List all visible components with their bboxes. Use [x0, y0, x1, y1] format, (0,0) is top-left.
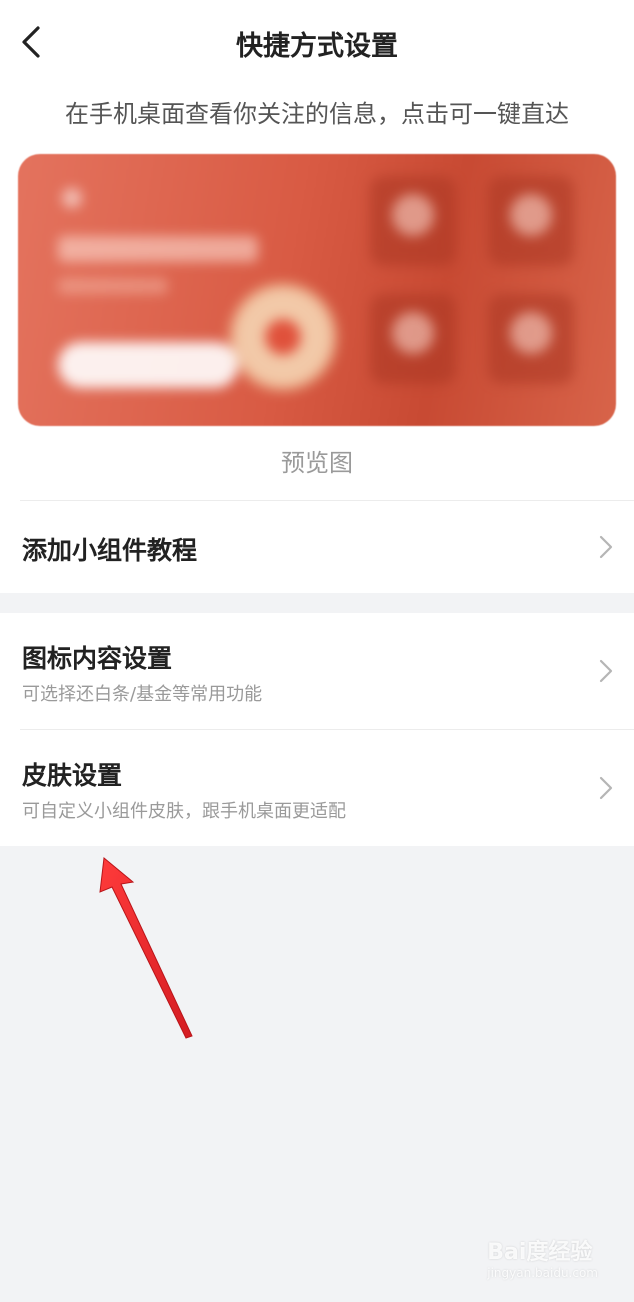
nav-bar: 快捷方式设置 — [0, 0, 634, 86]
page-title: 快捷方式设置 — [236, 31, 398, 62]
icon-content-settings-row[interactable]: 图标内容设置 可选择还白条/基金等常用功能 — [0, 613, 634, 729]
chevron-right-icon — [599, 776, 613, 800]
skin-settings-title: 皮肤设置 — [22, 761, 123, 790]
watermark: Bai度经验 jingyan.baidu.com — [487, 1234, 598, 1280]
skin-settings-subtitle: 可自定义小组件皮肤，跟手机桌面更适配 — [22, 801, 346, 822]
widget-tutorial-title: 添加小组件教程 — [22, 536, 198, 565]
page-description: 在手机桌面查看你关注的信息，点击可一键直达 — [65, 100, 569, 128]
section-gap — [0, 593, 634, 613]
widget-tutorial-row[interactable]: 添加小组件教程 — [0, 501, 634, 593]
icon-content-settings-title: 图标内容设置 — [22, 644, 173, 673]
icon-content-settings-subtitle: 可选择还白条/基金等常用功能 — [22, 684, 263, 705]
widget-preview-image — [18, 154, 616, 426]
watermark-brand: Bai度经验 — [487, 1240, 593, 1265]
widget-preview-container — [0, 154, 634, 426]
widget-preview-content — [18, 154, 616, 426]
skin-settings-row[interactable]: 皮肤设置 可自定义小组件皮肤，跟手机桌面更适配 — [0, 730, 634, 846]
preview-caption: 预览图 — [281, 449, 353, 477]
watermark-url: jingyan.baidu.com — [487, 1266, 598, 1280]
header-panel: 快捷方式设置 在手机桌面查看你关注的信息，点击可一键直达 预览图 添加小组件教程 — [0, 0, 634, 593]
chevron-right-icon — [599, 659, 613, 683]
chevron-right-icon — [599, 535, 613, 559]
